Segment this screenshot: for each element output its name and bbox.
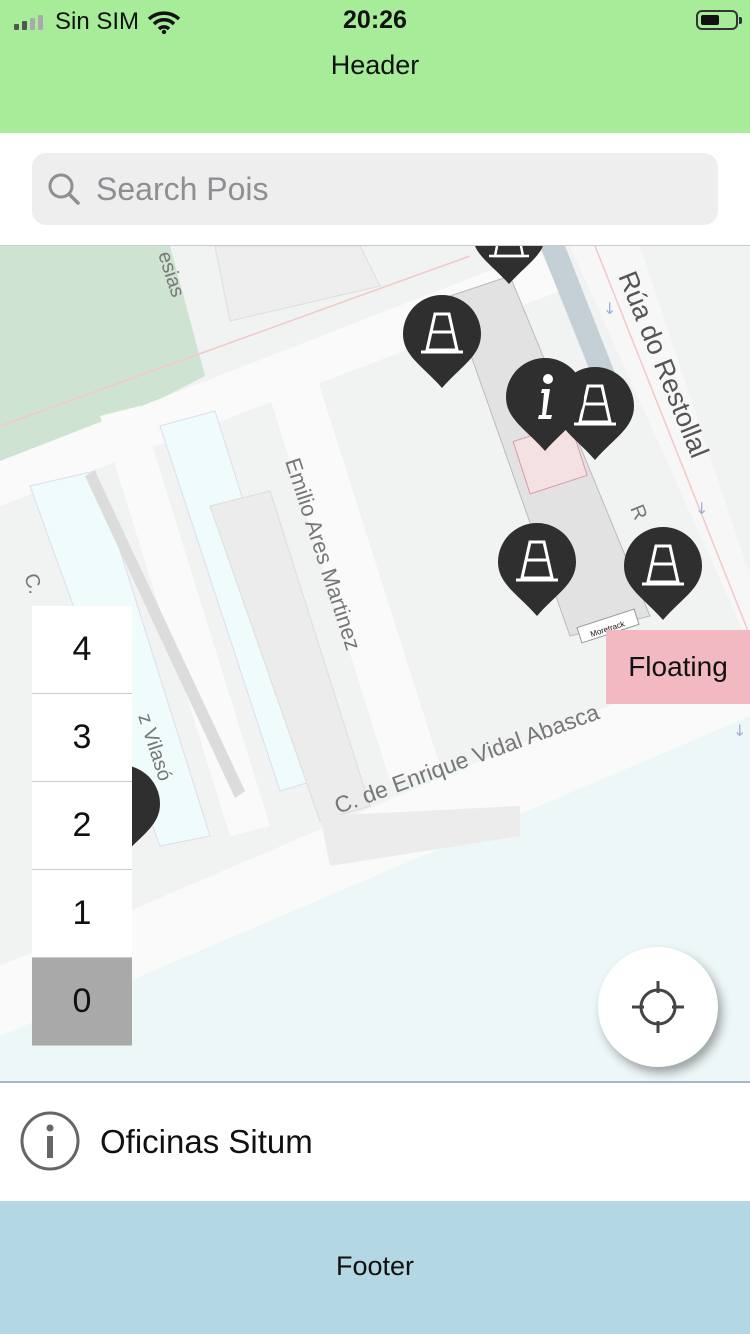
- floor-selector: 4 3 2 1 0: [32, 606, 132, 1046]
- svg-text:↓: ↓: [603, 299, 616, 318]
- search-bar: [0, 133, 750, 246]
- footer-title: Footer: [335, 1251, 415, 1281]
- poi-pin[interactable]: [496, 522, 578, 618]
- poi-pin[interactable]: [401, 294, 483, 390]
- poi-name: Oficinas Situm: [100, 1123, 313, 1160]
- status-bar: Sin SIM 20:26: [0, 0, 750, 44]
- poi-pin-info[interactable]: [504, 357, 586, 453]
- search-field[interactable]: [32, 153, 718, 225]
- poi-info-bar[interactable]: Oficinas Situm: [0, 1081, 750, 1201]
- header: Sin SIM 20:26 Header: [0, 0, 750, 133]
- street-label-r: R: [625, 502, 651, 524]
- svg-text:↓: ↓: [695, 499, 708, 518]
- floor-button-2[interactable]: 2: [32, 782, 132, 870]
- floor-button-0[interactable]: 0: [32, 958, 132, 1046]
- search-input[interactable]: [94, 169, 658, 209]
- svg-text:↓: ↓: [733, 721, 746, 740]
- poi-pin[interactable]: [622, 526, 704, 622]
- floor-button-4[interactable]: 4: [32, 606, 132, 694]
- floor-button-3[interactable]: 3: [32, 694, 132, 782]
- floor-button-1[interactable]: 1: [32, 870, 132, 958]
- floating-button[interactable]: Floating: [606, 630, 750, 704]
- poi-pin[interactable]: [471, 246, 547, 286]
- header-title: Header: [330, 50, 420, 80]
- clock: 20:26: [343, 6, 407, 34]
- search-icon: [48, 173, 80, 205]
- locate-button[interactable]: [598, 947, 718, 1067]
- crosshair-icon: [632, 981, 684, 1033]
- street-label-c: C.: [19, 571, 46, 597]
- footer: Footer: [0, 1201, 750, 1334]
- battery-icon: [696, 10, 742, 30]
- info-circle-icon: [20, 1111, 80, 1171]
